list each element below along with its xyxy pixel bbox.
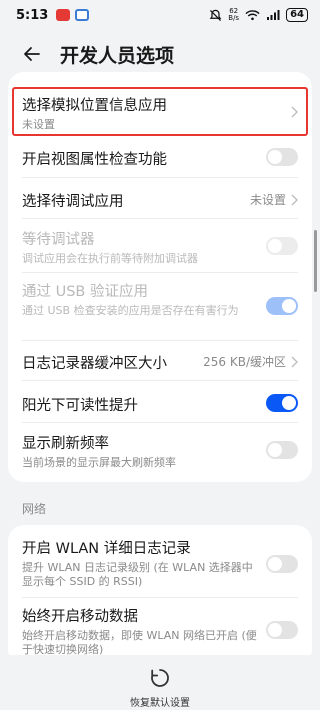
battery-level: 64 <box>286 8 308 22</box>
chevron-right-icon <box>291 356 298 367</box>
mobile-data-always-on-row[interactable]: 始终开启移动数据 始终开启移动数据，即使 WLAN 网络已开启 (便于快速切换网… <box>8 605 312 657</box>
signal-icon <box>267 10 280 20</box>
restore-defaults-label[interactable]: 恢复默认设置 <box>0 694 320 709</box>
divider <box>22 380 298 381</box>
view-attribute-row[interactable]: 开启视图属性检查功能 <box>8 148 312 169</box>
row-subtitle: 提升 WLAN 日志记录级别 (在 WLAN 选择器中显示每个 SSID 的 R… <box>22 561 253 588</box>
back-arrow-icon[interactable] <box>22 44 42 64</box>
row-title: 等待调试器 <box>22 232 95 248</box>
restore-icon[interactable] <box>149 667 171 689</box>
row-value: 未设置 <box>250 191 298 208</box>
row-subtitle: 通过 USB 检查安装的应用是否存在有害行为 <box>22 304 239 317</box>
wait-debugger-row: 等待调试器 调试应用会在执行前等待附加调试器 <box>8 228 312 266</box>
chevron-right-icon <box>291 194 298 205</box>
divider <box>22 218 298 219</box>
usb-verify-toggle <box>266 297 298 315</box>
row-title: 阳光下可读性提升 <box>22 398 138 414</box>
mute-bell-icon <box>209 9 222 21</box>
row-subtitle: 当前场景的显示屏最大刷新频率 <box>22 456 176 469</box>
debug-app-row[interactable]: 选择待调试应用 未设置 <box>8 190 312 211</box>
network-card: 开启 WLAN 详细日志记录 提升 WLAN 日志记录级别 (在 WLAN 选择… <box>8 525 312 665</box>
notification-app-icon-2 <box>75 9 90 21</box>
sunlight-readability-toggle[interactable] <box>266 394 298 412</box>
net-speed: 62 B/s <box>228 8 239 22</box>
refresh-rate-row[interactable]: 显示刷新频率 当前场景的显示屏最大刷新频率 <box>8 432 312 470</box>
logger-buffer-row[interactable]: 日志记录器缓冲区大小 256 KB/缓冲区 <box>8 352 312 373</box>
row-subtitle: 调试应用会在执行前等待附加调试器 <box>22 252 198 265</box>
notification-app-icon <box>56 9 71 21</box>
page-title: 开发人员选项 <box>60 44 175 67</box>
wlan-verbose-log-toggle[interactable] <box>266 555 298 573</box>
page-header: 开发人员选项 <box>0 36 320 72</box>
divider <box>22 422 298 423</box>
status-indicators: 62 B/s 64 <box>209 8 308 22</box>
highlight-box <box>12 87 308 136</box>
row-title: 开启 WLAN 详细日志记录 <box>22 541 191 557</box>
row-subtitle: 始终开启移动数据，即使 WLAN 网络已开启 (便于快速切换网络) <box>22 629 257 656</box>
divider <box>22 340 298 341</box>
net-speed-unit: B/s <box>228 14 240 22</box>
divider <box>22 177 298 178</box>
refresh-rate-toggle[interactable] <box>266 441 298 459</box>
row-value: 256 KB/缓冲区 <box>203 353 298 370</box>
row-title: 通过 USB 验证应用 <box>22 284 148 300</box>
wifi-icon <box>245 10 260 21</box>
section-label-network: 网络 <box>22 502 47 516</box>
divider <box>22 597 298 598</box>
usb-verify-row: 通过 USB 验证应用 通过 USB 检查安装的应用是否存在有害行为 <box>8 280 312 318</box>
restore-defaults-bar[interactable]: 恢复默认设置 <box>0 655 320 710</box>
view-attribute-toggle[interactable] <box>266 148 298 166</box>
row-title: 始终开启移动数据 <box>22 609 138 625</box>
row-title: 显示刷新频率 <box>22 436 109 452</box>
row-title: 开启视图属性检查功能 <box>22 152 167 168</box>
status-time: 5:13 <box>16 7 49 23</box>
wlan-verbose-log-row[interactable]: 开启 WLAN 详细日志记录 提升 WLAN 日志记录级别 (在 WLAN 选择… <box>8 537 312 589</box>
wait-debugger-toggle <box>266 237 298 255</box>
status-bar: 5:13 62 B/s 64 <box>0 0 320 30</box>
scrollbar[interactable] <box>314 230 317 292</box>
mobile-data-always-on-toggle[interactable] <box>266 621 298 639</box>
divider <box>22 272 298 273</box>
sunlight-readability-row[interactable]: 阳光下可读性提升 <box>8 394 312 415</box>
debug-app-value: 未设置 <box>249 193 286 207</box>
logger-buffer-value: 256 KB/缓冲区 <box>203 355 286 369</box>
